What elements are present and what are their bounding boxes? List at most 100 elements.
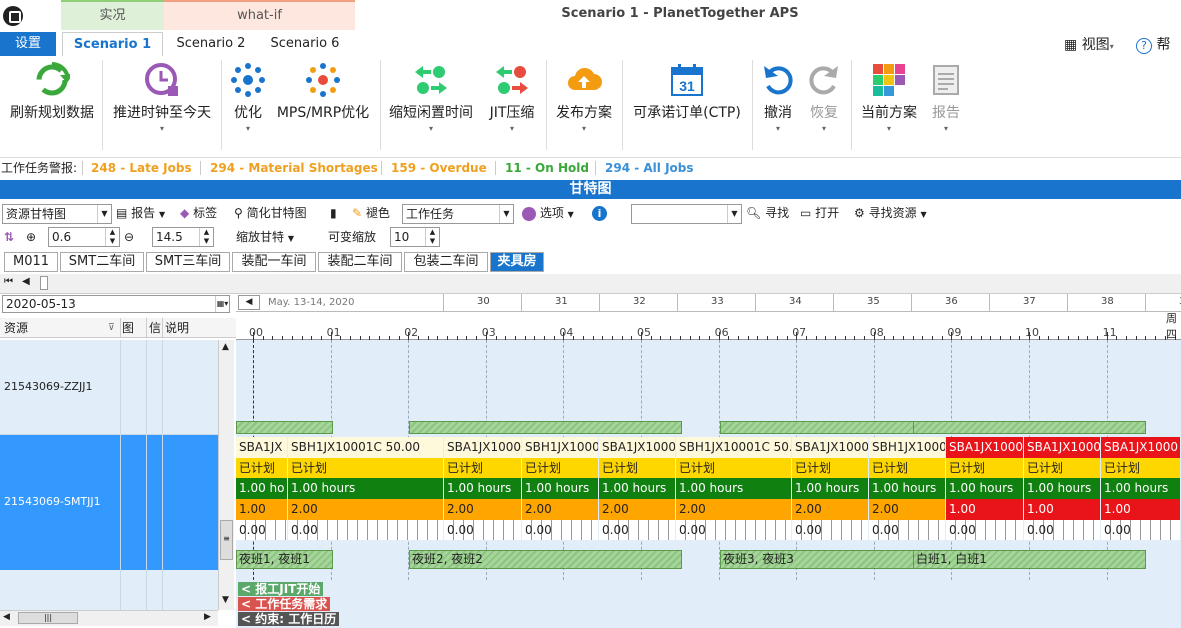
job-name[interactable]: SBH1JX10001C 50.00 bbox=[288, 437, 443, 458]
workcenter-tab[interactable]: SMT三车间 bbox=[146, 252, 230, 272]
timeline-back-button[interactable]: ◀ bbox=[238, 295, 260, 310]
find-resource-button[interactable]: ⚙ 寻找资源 ▼ bbox=[854, 203, 927, 225]
options-dropdown[interactable]: 选项 ▼ bbox=[522, 203, 574, 225]
tab-settings[interactable]: 设置 bbox=[0, 32, 56, 56]
simplify-gantt-button[interactable]: ⚲ 简化甘特图 bbox=[234, 203, 307, 223]
redo-button[interactable]: 恢复 ▾ bbox=[802, 60, 846, 152]
advance-clock-button[interactable]: 推进时钟至今天 ▾ bbox=[108, 60, 216, 152]
job-name[interactable]: SBA1JX bbox=[236, 437, 287, 458]
job-priority[interactable]: 1.00 bbox=[1024, 499, 1100, 520]
job-finished[interactable]: 0.00 bbox=[444, 520, 521, 540]
current-scenario-button[interactable]: 当前方案 ▾ bbox=[856, 60, 922, 152]
nav-scroll-thumb[interactable] bbox=[40, 276, 48, 290]
job-finished[interactable]: 0.00 bbox=[792, 520, 868, 540]
scale-gantt-dropdown[interactable]: 缩放甘特 ▼ bbox=[236, 227, 294, 249]
job-finished[interactable]: 0.00 bbox=[869, 520, 945, 540]
workcenter-tab[interactable]: SMT二车间 bbox=[60, 252, 144, 272]
job-name[interactable]: SBA1JX1000 bbox=[444, 437, 521, 458]
job-hours[interactable]: 1.00 hours bbox=[1024, 478, 1100, 499]
job-status[interactable]: 已计划 bbox=[676, 458, 791, 478]
job-status[interactable]: 已计划 bbox=[792, 458, 868, 478]
resource-row-selected[interactable]: 21543069-SMTJJ1 bbox=[0, 435, 218, 570]
mps-mrp-button[interactable]: MPS/MRP优化 bbox=[274, 60, 372, 152]
job-hours[interactable]: 1.00 hours bbox=[288, 478, 443, 499]
zoom-spin[interactable]: 0.6 ▲ ▼ bbox=[48, 227, 120, 247]
workcenter-tab[interactable]: 装配二车间 bbox=[318, 252, 402, 272]
first-icon[interactable]: ⏮ bbox=[4, 276, 13, 287]
job-priority[interactable]: 2.00 bbox=[522, 499, 598, 520]
workcenter-tab[interactable]: M011 bbox=[4, 252, 58, 272]
job-hours[interactable]: 1.00 hours bbox=[444, 478, 521, 499]
comment-icon[interactable]: ▮ bbox=[330, 203, 337, 223]
variable-scale-spin[interactable]: 10 ▲ ▼ bbox=[390, 227, 440, 247]
ctp-button[interactable]: 31 可承诺订单(CTP) bbox=[628, 60, 746, 152]
job-priority[interactable]: 2.00 bbox=[288, 499, 443, 520]
job-hours[interactable]: 1.00 hours bbox=[792, 478, 868, 499]
job-hours[interactable]: 1.00 ho bbox=[236, 478, 287, 499]
job-status[interactable]: 已计划 bbox=[869, 458, 945, 478]
late-jobs-link[interactable]: 248 - Late Jobs bbox=[91, 159, 192, 177]
job-finished[interactable]: 0.00 bbox=[288, 520, 443, 540]
job-name[interactable]: SBA1JX1000 bbox=[946, 437, 1023, 458]
material-shortages-link[interactable]: 294 - Material Shortages bbox=[210, 159, 378, 177]
workcenter-tab[interactable]: 夹具房 bbox=[490, 252, 544, 272]
search-input[interactable]: ▼ bbox=[631, 204, 742, 224]
workcenter-tab[interactable]: 包装二车间 bbox=[404, 252, 488, 272]
job-name[interactable]: SBA1JX1000 bbox=[792, 437, 868, 458]
job-name[interactable]: SBH1JX1000 bbox=[869, 437, 945, 458]
job-priority[interactable]: 2.00 bbox=[869, 499, 945, 520]
job-finished[interactable]: 0.00 bbox=[599, 520, 675, 540]
shift-bar[interactable]: 夜班2, 夜班2 bbox=[409, 550, 682, 569]
view-menu[interactable]: ▦ 视图▾ bbox=[1064, 34, 1114, 54]
report-dropdown[interactable]: ▤ 报告 ▼ bbox=[116, 203, 165, 225]
job-status[interactable]: 已计划 bbox=[1024, 458, 1100, 478]
col-resource[interactable]: 资源 bbox=[4, 318, 28, 338]
job-name[interactable]: SBA1JX1000 bbox=[1101, 437, 1180, 458]
job-name[interactable]: SBH1JX10001C 50. bbox=[676, 437, 791, 458]
find-button[interactable]: 🔍︎ 寻找 bbox=[746, 203, 789, 223]
refresh-button[interactable]: 刷新规划数据 bbox=[4, 60, 100, 152]
gantt-chart[interactable]: ◀ May. 13-14, 2020 30313233343536373839 … bbox=[236, 294, 1181, 628]
job-finished[interactable]: 0.00 bbox=[946, 520, 1023, 540]
zoom-in-icon[interactable]: ⊕ bbox=[26, 227, 36, 247]
open-button[interactable]: ▭ 打开 bbox=[800, 203, 839, 223]
job-hours[interactable]: 1.00 hours bbox=[676, 478, 791, 499]
job-status[interactable]: 已计划 bbox=[288, 458, 443, 478]
job-priority[interactable]: 1.00 bbox=[236, 499, 287, 520]
job-hours[interactable]: 1.00 hours bbox=[1101, 478, 1180, 499]
publish-button[interactable]: 发布方案 ▾ bbox=[552, 60, 616, 152]
job-finished[interactable]: 0.00 bbox=[1101, 520, 1180, 540]
horizontal-scrollbar[interactable]: ◀ ||| ▶ bbox=[0, 610, 218, 626]
job-hours[interactable]: 1.00 hours bbox=[946, 478, 1023, 499]
job-priority[interactable]: 1.00 bbox=[946, 499, 1023, 520]
job-name[interactable]: SBH1JX1000 bbox=[522, 437, 598, 458]
job-hours[interactable]: 1.00 hours bbox=[869, 478, 945, 499]
col-info[interactable]: 信 bbox=[149, 318, 161, 338]
shade-button[interactable]: ✎ 褪色 bbox=[352, 203, 390, 223]
resource-row[interactable]: 21543069-ZZJJ1 bbox=[0, 340, 218, 435]
optimize-button[interactable]: 优化 ▾ bbox=[226, 60, 270, 152]
jit-compress-button[interactable]: JIT压缩 ▾ bbox=[482, 60, 542, 152]
zoom-out-icon[interactable]: ⊖ bbox=[124, 227, 134, 247]
col-description[interactable]: 说明 bbox=[165, 318, 189, 338]
prev-icon[interactable]: ◀ bbox=[22, 276, 30, 287]
job-status[interactable]: 已计划 bbox=[599, 458, 675, 478]
shift-bar[interactable]: 夜班1, 夜班1 bbox=[236, 550, 333, 569]
undo-button[interactable]: 撤消 ▾ bbox=[758, 60, 798, 152]
job-name[interactable]: SBA1JX1000 bbox=[599, 437, 675, 458]
zoom-spin-2[interactable]: 14.5 ▲ ▼ bbox=[152, 227, 214, 247]
job-hours[interactable]: 1.00 hours bbox=[522, 478, 598, 499]
all-jobs-link[interactable]: 294 - All Jobs bbox=[605, 159, 694, 177]
job-priority[interactable]: 1.00 bbox=[1101, 499, 1180, 520]
tab-scenario-6[interactable]: Scenario 6 bbox=[260, 32, 350, 56]
job-status[interactable]: 已计划 bbox=[522, 458, 598, 478]
workcenter-tab[interactable]: 装配一车间 bbox=[232, 252, 316, 272]
view-select[interactable]: 资源甘特图 ▼ bbox=[2, 204, 112, 224]
report-button[interactable]: 报告 ▾ bbox=[926, 60, 966, 152]
shift-bar[interactable]: 夜班3, 夜班3 bbox=[720, 550, 916, 569]
date-picker[interactable]: 2020-05-13 ▦▾ bbox=[2, 295, 230, 313]
job-finished[interactable]: 0.00 bbox=[676, 520, 791, 540]
job-status[interactable]: 已计划 bbox=[444, 458, 521, 478]
job-finished[interactable]: 0.00 bbox=[1024, 520, 1100, 540]
job-status[interactable]: 已计划 bbox=[946, 458, 1023, 478]
